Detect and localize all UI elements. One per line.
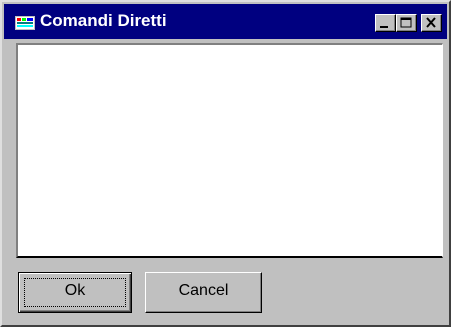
minimize-icon — [380, 26, 388, 28]
close-icon — [426, 17, 436, 28]
minimize-button[interactable] — [375, 14, 396, 32]
cancel-button[interactable]: Cancel — [145, 272, 262, 313]
cancel-button-label: Cancel — [178, 282, 229, 299]
maximize-icon — [400, 17, 412, 28]
close-button[interactable] — [421, 14, 442, 32]
ok-button[interactable]: Ok — [18, 272, 132, 313]
directives-text-area[interactable] — [16, 43, 443, 258]
dialog-window: Comandi Diretti Ok Cancel — [0, 0, 451, 327]
title-bar[interactable]: Comandi Diretti — [4, 4, 447, 39]
maximize-button[interactable] — [396, 14, 417, 32]
ok-button-label: Ok — [64, 282, 86, 299]
window-title: Comandi Diretti — [40, 11, 167, 30]
window-app-icon[interactable] — [15, 13, 35, 30]
